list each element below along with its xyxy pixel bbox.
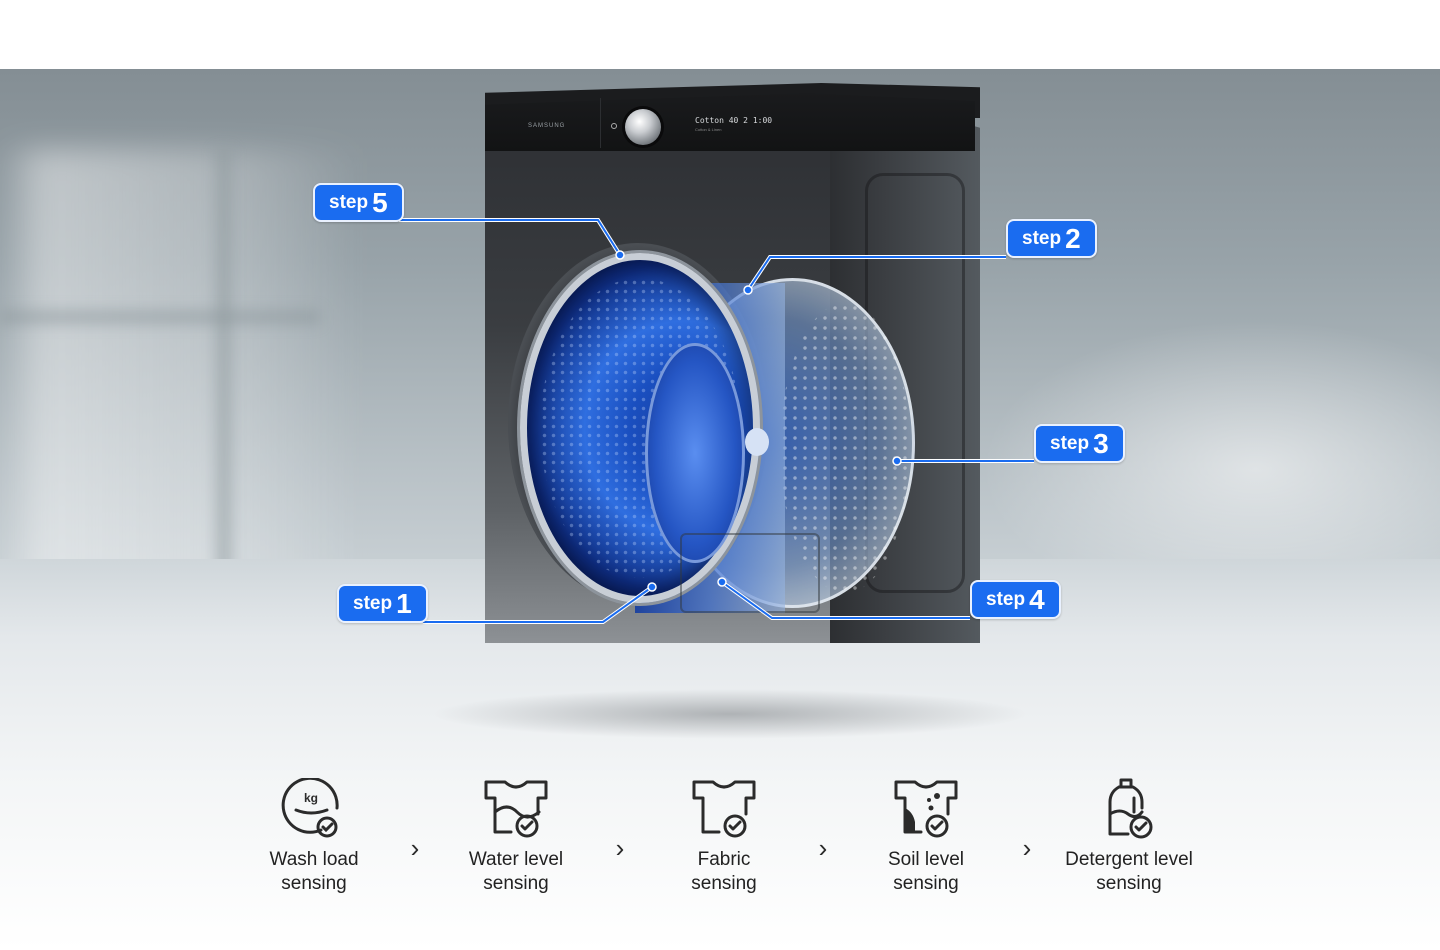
step-number: 4: [1029, 583, 1045, 615]
window-light: [0, 149, 360, 609]
process-label-line2: sensing: [691, 873, 757, 894]
step-5-badge: step 5: [313, 183, 404, 222]
drum-inner: [645, 343, 745, 563]
power-icon: [611, 123, 617, 129]
step-word: step: [353, 592, 393, 614]
process-label-line1: Detergent level: [1065, 849, 1193, 870]
sensing-process-row: kg Wash load sensing › Water level sensi…: [0, 778, 1440, 908]
chevron-right-icon: ›: [410, 833, 420, 863]
process-label-line2: sensing: [893, 873, 959, 894]
water-level-shirt-icon: [484, 780, 548, 838]
process-step-wash-load: kg Wash load sensing: [229, 778, 399, 896]
step-number: 5: [372, 186, 388, 218]
display-subtext: Cotton & Linen: [695, 127, 722, 132]
step-word: step: [986, 588, 1026, 610]
brand-logo: SAMSUNG: [528, 123, 566, 129]
step-word: step: [329, 191, 369, 213]
top-margin: [0, 0, 1440, 69]
process-label-line2: sensing: [483, 873, 549, 894]
washing-machine: SAMSUNG Cotton 40 2 1:00 Cotton & Linen: [480, 83, 980, 658]
step-3-badge: step 3: [1034, 424, 1125, 463]
step-2-badge: step 2: [1006, 219, 1097, 258]
step-number: 2: [1065, 222, 1081, 254]
wash-load-kg-icon: kg: [281, 778, 339, 838]
step-word: step: [1022, 227, 1062, 249]
process-step-water-level: Water level sensing: [431, 778, 601, 896]
detergent-bottle-icon: [1108, 778, 1153, 839]
process-label-line2: sensing: [1096, 873, 1162, 894]
chevron-right-icon: ›: [615, 833, 625, 863]
display-program: Cotton: [695, 116, 724, 125]
process-label-line1: Fabric: [697, 849, 751, 870]
soil-level-shirt-icon: [894, 780, 958, 838]
window-frame-shadow: [215, 149, 233, 599]
floor-shadow: [430, 689, 1030, 739]
step-number: 3: [1093, 427, 1109, 459]
step-4-badge: step 4: [970, 580, 1061, 619]
display-readout: 40 2 1:00: [728, 116, 773, 125]
process-label-line1: Soil level: [887, 849, 965, 870]
process-step-soil-level: Soil level sensing: [841, 778, 1011, 896]
chevron-right-icon: ›: [1022, 833, 1032, 863]
step-word: step: [1050, 432, 1090, 454]
process-label-line2: sensing: [281, 873, 347, 894]
window-frame-shadow: [0, 309, 320, 325]
program-dial: [625, 109, 661, 145]
svg-text:kg: kg: [304, 791, 318, 805]
drum-hub: [745, 428, 769, 456]
step-number: 1: [396, 587, 412, 619]
fabric-shirt-icon: [692, 780, 756, 838]
step-1-badge: step 1: [337, 584, 428, 623]
process-label-line1: Water level: [468, 849, 564, 870]
process-step-detergent-level: Detergent level sensing: [1044, 778, 1214, 896]
base-emboss: [680, 533, 820, 613]
process-step-fabric: Fabric sensing: [639, 778, 809, 896]
chevron-right-icon: ›: [818, 833, 828, 863]
process-label-line1: Wash load: [269, 849, 359, 870]
